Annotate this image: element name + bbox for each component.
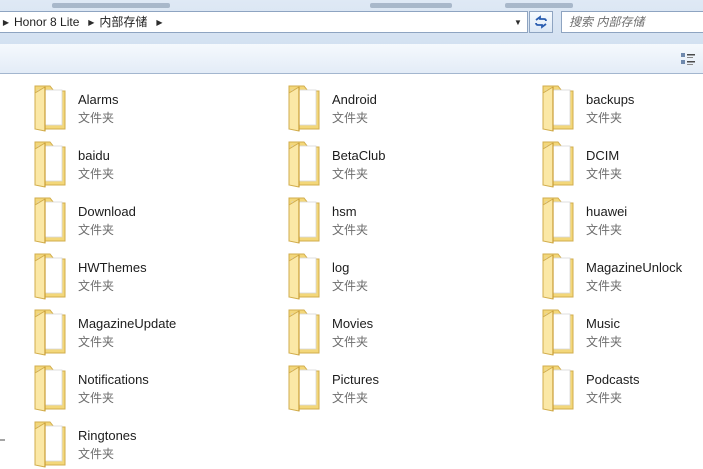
folder-name: Ringtones: [78, 428, 137, 443]
folder-icon: [34, 197, 66, 244]
folder-name: log: [332, 260, 350, 275]
address-dropdown-button[interactable]: ▼: [509, 12, 527, 32]
folder-name: MagazineUnlock: [586, 260, 683, 275]
folder-type: 文件夹: [78, 167, 115, 181]
address-bar[interactable]: ▶ Honor 8 Lite ▶ 内部存储 ▶ ▼: [0, 11, 528, 33]
folder-item-baidu[interactable]: baidu 文件夹: [26, 139, 266, 191]
folder-icon: [542, 365, 574, 412]
folder-icon: [542, 197, 574, 244]
folder-type: 文件夹: [78, 391, 115, 405]
folder-name: baidu: [78, 148, 110, 163]
background-window-strip: [0, 0, 703, 10]
folder-name: MagazineUpdate: [78, 316, 177, 331]
folder-item-notifications[interactable]: Notifications 文件夹: [26, 363, 266, 415]
folder-type: 文件夹: [332, 391, 369, 405]
folder-item-dcim[interactable]: DCIM 文件夹: [534, 139, 703, 191]
folder-icon: [34, 141, 66, 188]
folder-item-log[interactable]: log 文件夹: [280, 251, 520, 303]
chevron-right-icon[interactable]: ▶: [152, 12, 166, 32]
folder-name: Android: [332, 92, 377, 107]
folder-icon: [288, 197, 320, 244]
folder-icon: [288, 85, 320, 132]
chevron-right-icon[interactable]: ▶: [0, 12, 13, 32]
folder-item-download[interactable]: Download 文件夹: [26, 195, 266, 247]
folder-icon: [542, 141, 574, 188]
folder-name: Alarms: [78, 92, 119, 107]
folder-icon: [34, 421, 66, 468]
folder-type: 文件夹: [586, 111, 623, 125]
folder-item-alarms[interactable]: Alarms 文件夹: [26, 83, 266, 135]
folder-type: 文件夹: [332, 223, 369, 237]
folder-name: Notifications: [78, 372, 149, 387]
search-placeholder: 搜索 内部存储: [569, 15, 645, 29]
folder-icon: [542, 85, 574, 132]
folder-item-magazineupdate[interactable]: MagazineUpdate 文件夹: [26, 307, 266, 359]
folder-icon: [34, 309, 66, 356]
folder-type: 文件夹: [78, 279, 115, 293]
explorer-window: ▶ Honor 8 Lite ▶ 内部存储 ▶ ▼ 搜索 内部存储 Alarms…: [0, 0, 703, 469]
folder-name: Pictures: [332, 372, 379, 387]
folder-icon: [34, 253, 66, 300]
folder-icon: [288, 253, 320, 300]
folder-type: 文件夹: [78, 335, 115, 349]
folder-type: 文件夹: [586, 391, 623, 405]
folder-item-hwthemes[interactable]: HWThemes 文件夹: [26, 251, 266, 303]
command-bar: [0, 44, 703, 74]
folder-name: backups: [586, 92, 635, 107]
folder-type: 文件夹: [332, 279, 369, 293]
folder-name: DCIM: [586, 148, 620, 163]
refresh-button[interactable]: [529, 11, 553, 33]
folder-name: HWThemes: [78, 260, 147, 275]
folder-type: 文件夹: [332, 111, 369, 125]
folder-type: 文件夹: [78, 447, 115, 461]
folder-item-magazineunlock[interactable]: MagazineUnlock 文件夹: [534, 251, 703, 303]
folder-name: hsm: [332, 204, 357, 219]
folder-item-pictures[interactable]: Pictures 文件夹: [280, 363, 520, 415]
navigation-bar: ▶ Honor 8 Lite ▶ 内部存储 ▶ ▼ 搜索 内部存储: [0, 0, 703, 44]
folder-type: 文件夹: [332, 167, 369, 181]
folder-name: BetaClub: [332, 148, 386, 163]
breadcrumb-item-internal-storage[interactable]: 内部存储: [98, 12, 152, 32]
folder-name: Music: [586, 316, 620, 331]
folder-icon: [288, 365, 320, 412]
folder-type: 文件夹: [586, 279, 623, 293]
folder-item-movies[interactable]: Movies 文件夹: [280, 307, 520, 359]
view-options-icon: [681, 53, 695, 65]
folder-name: Download: [78, 204, 136, 219]
breadcrumb-item-device[interactable]: Honor 8 Lite: [13, 12, 84, 32]
folder-item-podcasts[interactable]: Podcasts 文件夹: [534, 363, 703, 415]
folder-item-backups[interactable]: backups 文件夹: [534, 83, 703, 135]
folder-name: huawei: [586, 204, 628, 219]
folder-item-ringtones[interactable]: Ringtones 文件夹: [26, 419, 266, 469]
breadcrumb: ▶ Honor 8 Lite ▶ 内部存储 ▶: [0, 12, 166, 32]
folder-item-music[interactable]: Music 文件夹: [534, 307, 703, 359]
chevron-right-icon[interactable]: ▶: [84, 12, 98, 32]
folder-icon: [288, 141, 320, 188]
folder-type: 文件夹: [586, 223, 623, 237]
folder-name: Podcasts: [586, 372, 640, 387]
folder-name: Movies: [332, 316, 374, 331]
folder-type: 文件夹: [78, 223, 115, 237]
folder-icon: [542, 309, 574, 356]
folder-type: 文件夹: [586, 335, 623, 349]
splitter-edge[interactable]: [0, 431, 5, 441]
folder-item-betaclub[interactable]: BetaClub 文件夹: [280, 139, 520, 191]
refresh-icon: [535, 15, 547, 29]
folder-icon: [34, 365, 66, 412]
view-options-button[interactable]: [678, 49, 698, 69]
file-list: Alarms 文件夹 Android 文件夹 backups 文件夹 baidu…: [0, 74, 703, 469]
folder-icon: [34, 85, 66, 132]
folder-type: 文件夹: [78, 111, 115, 125]
folder-item-hsm[interactable]: hsm 文件夹: [280, 195, 520, 247]
search-input[interactable]: 搜索 内部存储: [561, 11, 703, 33]
folder-type: 文件夹: [586, 167, 623, 181]
folder-type: 文件夹: [332, 335, 369, 349]
folder-icon: [288, 309, 320, 356]
folder-item-huawei[interactable]: huawei 文件夹: [534, 195, 703, 247]
folder-icon: [542, 253, 574, 300]
folder-item-android[interactable]: Android 文件夹: [280, 83, 520, 135]
